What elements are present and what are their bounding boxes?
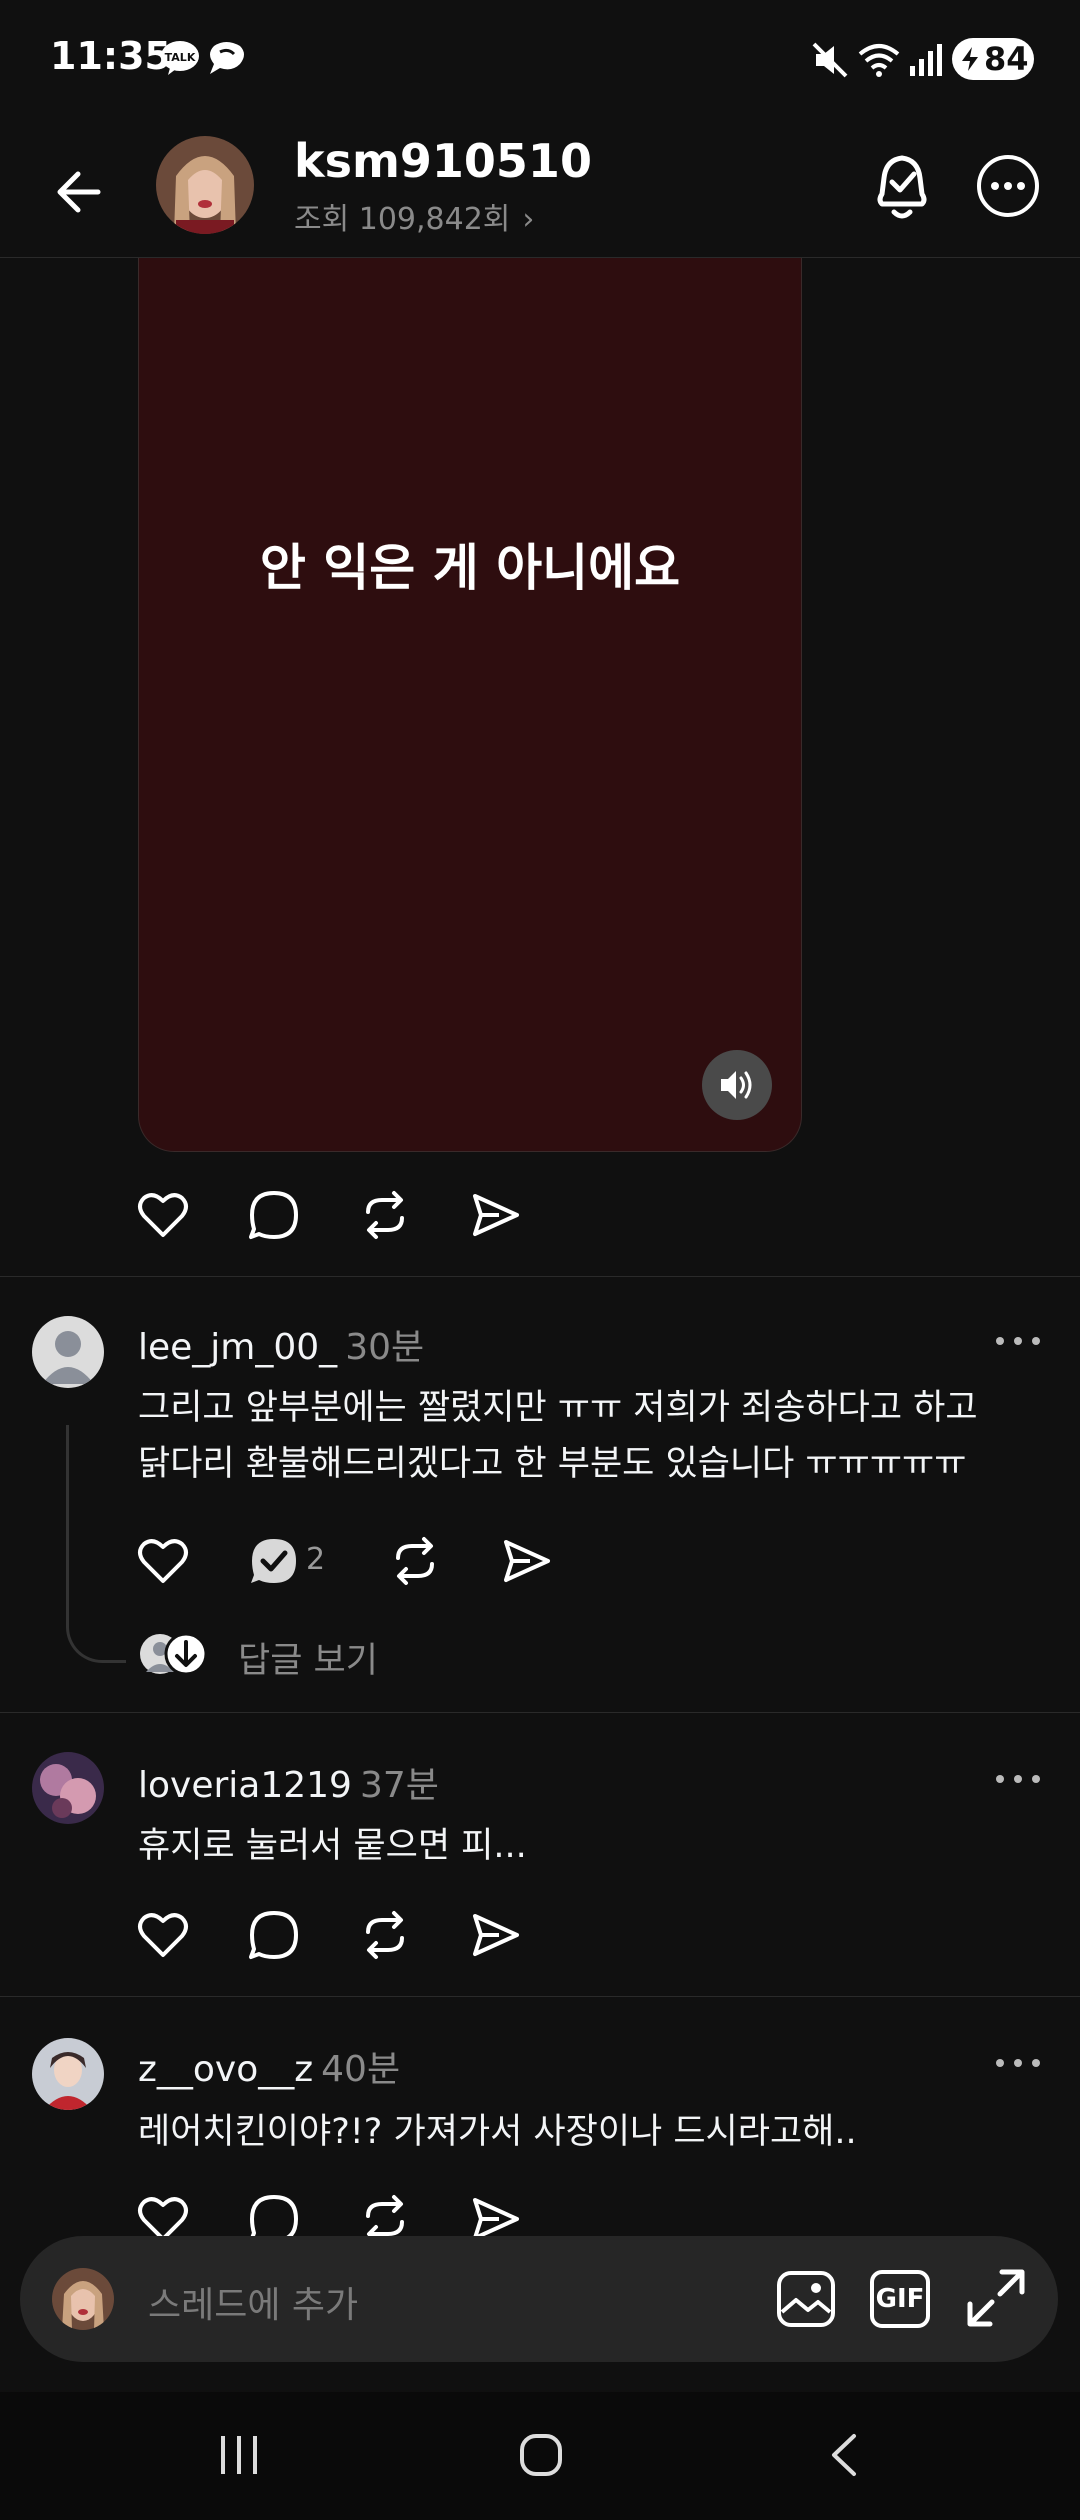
notification-bell-icon[interactable] — [868, 150, 936, 224]
mute-icon — [812, 42, 848, 78]
battery-icon: 84 — [952, 38, 1034, 80]
comment-username: loveria1219 — [138, 1765, 352, 1806]
repost-icon[interactable] — [358, 2192, 412, 2236]
more-options-icon[interactable] — [974, 152, 1042, 220]
comment-line: 닭다리 환불해드리겠다고 한 부분도 있습니다 ㅠㅠㅠㅠㅠ — [138, 1444, 967, 1484]
header-username[interactable]: ksm910510 — [294, 134, 592, 188]
share-send-icon[interactable] — [469, 1188, 523, 1242]
comment-time: 40분 — [321, 2049, 401, 2090]
commenter-avatar[interactable] — [32, 1752, 104, 1824]
view-replies-link[interactable]: 답글 보기 — [238, 1632, 378, 1683]
like-heart-icon[interactable] — [136, 1188, 190, 1242]
video-caption: 안 익은 게 아니에요 — [259, 539, 681, 597]
comment-icon[interactable] — [247, 1908, 301, 1962]
sound-toggle-button[interactable] — [702, 1050, 772, 1120]
more-options-icon[interactable] — [988, 1764, 1048, 1794]
status-time: 11:35 — [50, 34, 171, 78]
comment-author[interactable]: loveria1219 37분 — [138, 1756, 439, 1808]
comment-line: 그리고 앞부분에는 짤렸지만 ㅠㅠ 저희가 죄송하다고 하고 — [138, 1388, 978, 1428]
like-heart-icon[interactable] — [136, 1908, 190, 1962]
reply-composer[interactable]: 스레드에 추가 GIF — [20, 2236, 1058, 2362]
thread-connector-line — [66, 1425, 126, 1663]
comment-username: z__ovo__z — [138, 2049, 314, 2090]
comment-icon[interactable] — [247, 1188, 301, 1242]
comment-username: lee_jm_00_ — [138, 1327, 338, 1368]
talk-notification-icon: TALK — [161, 41, 199, 75]
status-bar: 11:35 TALK 84 — [0, 0, 1080, 120]
share-send-icon[interactable] — [500, 1534, 554, 1588]
comment-body: 휴지로 눌러서 뭍으면 피... — [138, 1826, 527, 1866]
comment-author[interactable]: lee_jm_00_ 30분 — [138, 1318, 424, 1370]
commenter-avatar[interactable] — [32, 1316, 104, 1388]
more-options-icon[interactable] — [988, 2048, 1048, 2078]
comment-time: 30분 — [345, 1327, 425, 1368]
image-attach-icon[interactable] — [776, 2270, 836, 2328]
gif-label: GIF — [875, 2284, 925, 2314]
replied-comment-icon[interactable] — [247, 1534, 301, 1588]
view-count-text: 조회 109,842회 — [294, 202, 511, 237]
reply-avatars[interactable] — [138, 1632, 210, 1676]
svg-text:TALK: TALK — [165, 51, 196, 64]
view-count[interactable]: 조회 109,842회 › — [294, 194, 534, 238]
expand-icon[interactable] — [964, 2266, 1028, 2330]
recent-apps-icon[interactable] — [214, 2430, 264, 2480]
profile-avatar[interactable] — [156, 136, 254, 234]
comment-body: 그리고 앞부분에는 짤렸지만 ㅠㅠ 저희가 죄송하다고 하고 닭다리 환불해드리… — [138, 1380, 1038, 1492]
comment-author[interactable]: z__ovo__z 40분 — [138, 2040, 400, 2092]
share-send-icon[interactable] — [469, 1908, 523, 1962]
my-avatar — [52, 2268, 114, 2330]
more-options-icon[interactable] — [988, 1326, 1048, 1356]
like-heart-icon[interactable] — [136, 1534, 190, 1588]
comment-time: 37분 — [359, 1765, 439, 1806]
comment-actions — [136, 2192, 536, 2236]
wifi-icon — [858, 44, 900, 77]
speaker-icon — [721, 1071, 752, 1099]
comment-actions — [136, 1908, 536, 1968]
repost-icon[interactable] — [388, 1534, 442, 1588]
divider — [0, 1996, 1080, 1997]
like-heart-icon[interactable] — [136, 2192, 190, 2236]
reply-count: 2 — [306, 1542, 326, 1577]
share-send-icon[interactable] — [469, 2192, 523, 2236]
chat-bubble-icon — [210, 42, 244, 74]
reply-input[interactable]: 스레드에 추가 — [148, 2276, 358, 2328]
signal-icon — [910, 44, 942, 76]
battery-level: 84 — [984, 40, 1029, 78]
back-arrow-icon[interactable] — [44, 156, 116, 228]
home-icon[interactable] — [516, 2430, 566, 2480]
system-nav-bar — [0, 2392, 1080, 2520]
video-player[interactable]: 안 익은 게 아니에요 — [138, 258, 802, 1152]
repost-icon[interactable] — [358, 1908, 412, 1962]
comment-actions: 2 — [136, 1534, 576, 1594]
chevron-right-icon: › — [522, 202, 535, 237]
comment-body: 레어치킨이야?!? 가져가서 사장이나 드시라고해.. — [138, 2112, 857, 2152]
gif-button[interactable]: GIF — [870, 2270, 930, 2328]
divider — [0, 1276, 1080, 1277]
divider — [0, 1712, 1080, 1713]
comment-icon[interactable] — [247, 2192, 301, 2236]
repost-icon[interactable] — [358, 1188, 412, 1242]
commenter-avatar[interactable] — [32, 2038, 104, 2110]
nav-back-icon[interactable] — [820, 2430, 870, 2480]
post-actions — [136, 1188, 536, 1248]
thread-header: ksm910510 조회 109,842회 › — [0, 120, 1080, 258]
